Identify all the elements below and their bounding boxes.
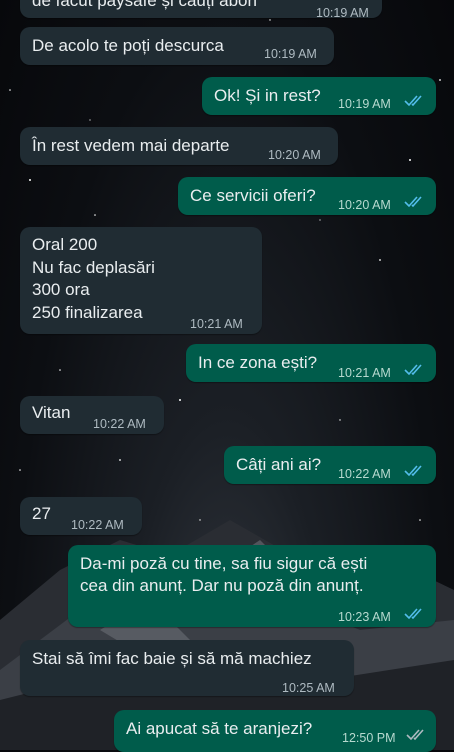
read-receipt-icon: [404, 196, 422, 208]
message-incoming: 27 10:22 AM: [20, 497, 142, 535]
message-time: 10:19 AM: [316, 6, 369, 20]
message-outgoing: Ce servicii oferi? 10:20 AM: [178, 177, 436, 215]
read-receipt-icon: [404, 465, 422, 477]
message-outgoing: Câți ani ai? 10:22 AM: [224, 446, 436, 484]
message-time: 10:22 AM: [93, 417, 146, 431]
message-time: 10:20 AM: [338, 198, 391, 212]
message-time: 10:19 AM: [338, 97, 391, 111]
message-text: Ok! Și in rest?: [214, 86, 321, 105]
read-receipt-icon: [404, 95, 422, 107]
message-time: 10:21 AM: [190, 317, 243, 331]
read-receipt-icon: [404, 364, 422, 376]
message-outgoing: In ce zona ești? 10:21 AM: [186, 344, 436, 382]
message-text: Ce servicii oferi?: [190, 186, 316, 205]
message-time: 10:21 AM: [338, 366, 391, 380]
message-text: 27: [32, 504, 51, 523]
message-text: În rest vedem mai departe: [32, 136, 230, 155]
message-incoming: De acolo te poți descurca 10:19 AM: [20, 27, 334, 65]
message-text: de făcut paysafe și cauți abon: [32, 0, 257, 10]
message-incoming: În rest vedem mai departe 10:20 AM: [20, 127, 338, 165]
message-outgoing: Ok! Și in rest? 10:19 AM: [202, 77, 436, 115]
read-receipt-icon: [404, 608, 422, 620]
message-incoming: Oral 200 Nu fac deplasări 300 ora 250 fi…: [20, 227, 262, 334]
message-text: De acolo te poți descurca: [32, 36, 224, 55]
message-text: Vitan: [32, 403, 71, 422]
message-text: Da-mi poză cu tine, sa fiu sigur că ești…: [80, 554, 368, 595]
message-outgoing: Da-mi poză cu tine, sa fiu sigur că ești…: [68, 545, 436, 627]
message-time: 12:50 PM: [342, 731, 396, 745]
message-incoming: Stai să îmi fac baie și să mă machiez 10…: [20, 640, 354, 696]
message-time: 10:23 AM: [338, 610, 391, 624]
message-time: 10:22 AM: [71, 518, 124, 532]
delivered-receipt-icon: [406, 729, 424, 741]
message-text: Oral 200 Nu fac deplasări 300 ora 250 fi…: [32, 235, 155, 322]
message-time: 10:19 AM: [264, 47, 317, 61]
message-outgoing: Ai apucat să te aranjezi? 12:50 PM: [114, 710, 436, 752]
message-text: Câți ani ai?: [236, 455, 322, 474]
message-incoming: Vitan 10:22 AM: [20, 396, 164, 434]
message-incoming: de făcut paysafe și cauți abon 10:19 AM: [20, 0, 382, 20]
message-text: In ce zona ești?: [198, 353, 318, 372]
message-time: 10:22 AM: [338, 467, 391, 481]
chat-message-list[interactable]: de făcut paysafe și cauți abon 10:19 AM …: [0, 0, 454, 752]
message-text: Ai apucat să te aranjezi?: [126, 719, 313, 738]
message-time: 10:25 AM: [282, 681, 335, 695]
message-time: 10:20 AM: [268, 148, 321, 162]
message-text: Stai să îmi fac baie și să mă machiez: [32, 649, 312, 668]
